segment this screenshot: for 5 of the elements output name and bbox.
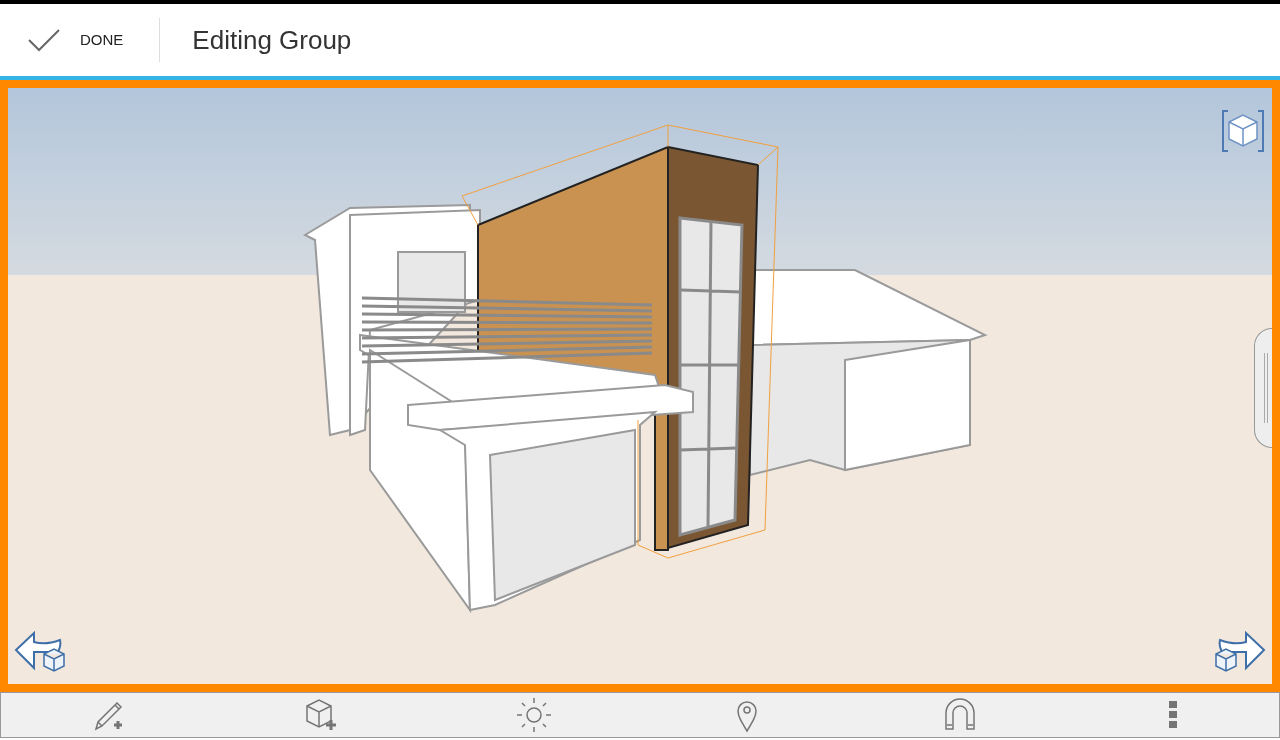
done-button[interactable]: DONE — [0, 4, 160, 76]
side-panel-handle[interactable] — [1254, 328, 1272, 448]
checkmark-icon — [28, 28, 60, 52]
zoom-extents-icon[interactable] — [1220, 108, 1266, 154]
page-title: Editing Group — [191, 23, 352, 57]
